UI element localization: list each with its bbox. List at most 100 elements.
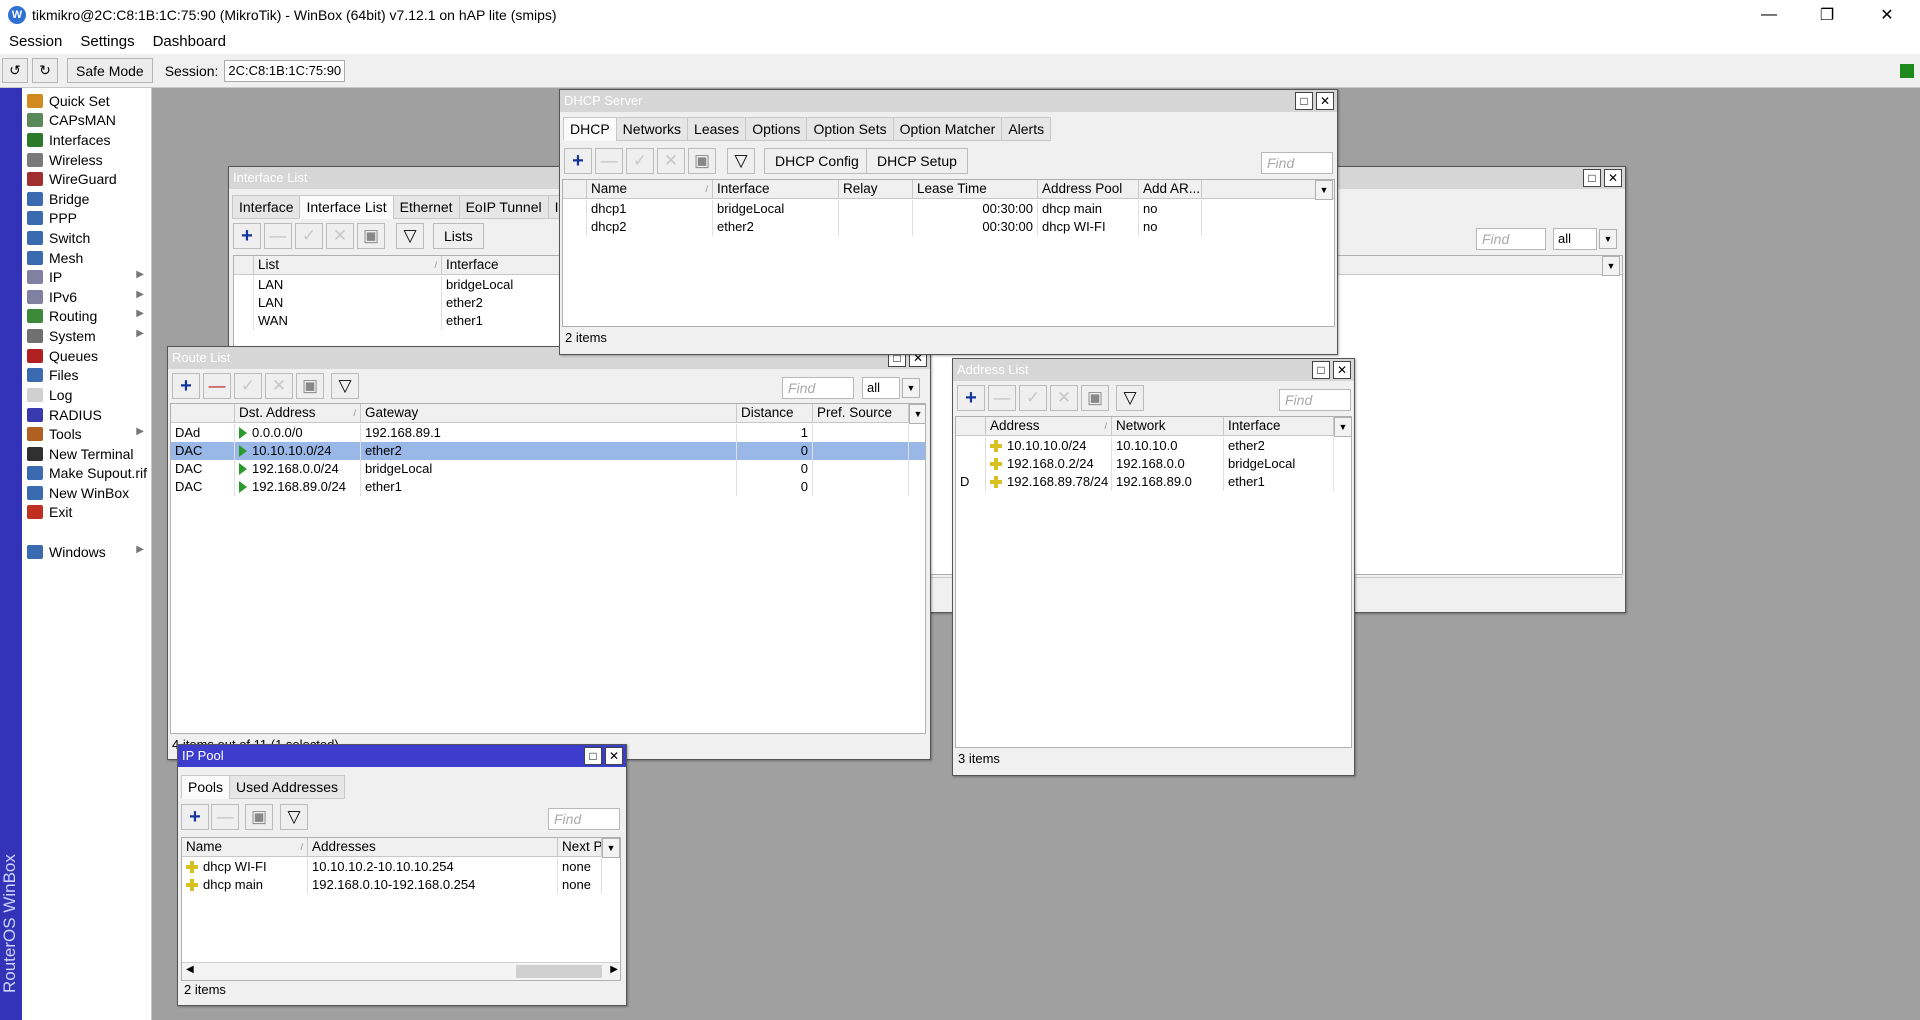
col-header-flags[interactable] [956, 417, 986, 436]
filter-icon[interactable]: ▽ [280, 804, 308, 830]
sidebar-item-exit[interactable]: Exit [22, 500, 152, 524]
tab-option-matcher[interactable]: Option Matcher [892, 117, 1003, 141]
table-row[interactable]: 10.10.10.0/24 10.10.10.0 ether2 [956, 437, 1351, 455]
table-row[interactable]: dhcp2 ether2 00:30:00 dhcp WI-FI no [563, 218, 1334, 236]
columns-dropdown-icon[interactable]: ▼ [602, 838, 620, 858]
tab-option-sets[interactable]: Option Sets [806, 117, 894, 141]
menu-session[interactable]: Session [0, 33, 71, 50]
col-header-dst-address[interactable]: Dst. Address / [235, 404, 361, 423]
enable-icon[interactable]: ✓ [295, 223, 323, 249]
col-header-pref-source[interactable]: Pref. Source [813, 404, 909, 423]
filter-icon[interactable]: ▽ [331, 373, 359, 399]
tab-alerts[interactable]: Alerts [1001, 117, 1052, 141]
close-button[interactable]: ✕ [1333, 361, 1351, 379]
col-header-next-pool[interactable]: Next Po [558, 838, 602, 857]
enable-icon[interactable]: ✓ [234, 373, 262, 399]
disable-icon[interactable]: ✕ [326, 223, 354, 249]
table-row[interactable]: DAC 192.168.89.0/24 ether1 0 [171, 478, 925, 496]
filter-icon[interactable]: ▽ [396, 223, 424, 249]
safe-mode-button[interactable]: Safe Mode [67, 58, 153, 83]
menu-settings[interactable]: Settings [71, 33, 143, 50]
tab-networks[interactable]: Networks [615, 117, 689, 141]
col-header-addresses[interactable]: Addresses [308, 838, 558, 857]
filter-icon[interactable]: ▽ [727, 148, 755, 174]
enable-icon[interactable]: ✓ [1019, 385, 1047, 411]
restore-button[interactable]: ❐ [1798, 0, 1856, 29]
filter-dropdown-icon[interactable]: ▼ [902, 378, 920, 398]
maximize-button[interactable]: □ [584, 747, 602, 765]
window-titlebar[interactable]: IP Pool [178, 745, 626, 767]
tab-options[interactable]: Options [745, 117, 808, 141]
comment-icon[interactable]: ▣ [296, 373, 324, 399]
table-row[interactable]: DAC 192.168.0.0/24 bridgeLocal 0 [171, 460, 925, 478]
table-row[interactable]: DAC 10.10.10.0/24 ether2 0 [171, 442, 925, 460]
enable-icon[interactable]: ✓ [626, 148, 654, 174]
scroll-left-icon[interactable]: ◀ [186, 964, 194, 975]
window-titlebar[interactable]: DHCP Server [560, 90, 1337, 112]
tab-interface[interactable]: Interface [232, 195, 301, 219]
find-input[interactable]: Find [1279, 389, 1351, 411]
comment-icon[interactable]: ▣ [688, 148, 716, 174]
comment-icon[interactable]: ▣ [357, 223, 385, 249]
disable-icon[interactable]: ✕ [265, 373, 293, 399]
col-header-interface[interactable]: Interface [713, 180, 839, 199]
maximize-button[interactable]: □ [1583, 169, 1601, 187]
col-header-relay[interactable]: Relay [839, 180, 913, 199]
comment-icon[interactable]: ▣ [245, 804, 273, 830]
remove-icon[interactable]: — [211, 804, 239, 830]
remove-icon[interactable]: — [264, 223, 292, 249]
col-header-lease-time[interactable]: Lease Time [913, 180, 1038, 199]
remove-icon[interactable]: — [595, 148, 623, 174]
tab-interface-list[interactable]: Interface List [299, 195, 394, 219]
find-input[interactable]: Find [782, 377, 854, 399]
maximize-button[interactable]: □ [1312, 361, 1330, 379]
table-row[interactable]: DAd 0.0.0.0/0 192.168.89.1 1 [171, 424, 925, 442]
col-header-address[interactable]: Address / [986, 417, 1112, 436]
minimize-button[interactable]: — [1740, 0, 1798, 29]
col-header-interface[interactable]: Interface [1224, 417, 1334, 436]
add-icon[interactable]: + [172, 373, 200, 399]
filter-select[interactable]: all [862, 377, 900, 399]
disable-icon[interactable]: ✕ [657, 148, 685, 174]
close-button[interactable]: ✕ [605, 747, 623, 765]
close-window-button[interactable]: ✕ [1858, 0, 1916, 29]
remove-icon[interactable]: — [203, 373, 231, 399]
close-button[interactable]: ✕ [1604, 169, 1622, 187]
window-titlebar[interactable]: Address List [953, 359, 1354, 381]
dhcp-setup-button[interactable]: DHCP Setup [866, 148, 968, 174]
col-header-network[interactable]: Network [1112, 417, 1224, 436]
maximize-button[interactable]: □ [1295, 92, 1313, 110]
columns-dropdown-icon[interactable]: ▼ [909, 404, 925, 424]
columns-dropdown-icon[interactable]: ▼ [1315, 180, 1333, 200]
tab-leases[interactable]: Leases [687, 117, 747, 141]
add-icon[interactable]: + [564, 148, 592, 174]
tab-ethernet[interactable]: Ethernet [392, 195, 460, 219]
remove-icon[interactable]: — [988, 385, 1016, 411]
col-header-gateway[interactable]: Gateway [361, 404, 737, 423]
find-input[interactable]: Find [1476, 228, 1546, 250]
table-row[interactable]: dhcp WI-FI 10.10.10.2-10.10.10.254 none [182, 858, 620, 876]
lists-button[interactable]: Lists [433, 223, 484, 249]
redo-button[interactable]: ↻ [32, 58, 58, 83]
find-input[interactable]: Find [1261, 152, 1333, 174]
menu-dashboard[interactable]: Dashboard [144, 33, 235, 50]
filter-dropdown-icon[interactable]: ▼ [1599, 229, 1617, 249]
tab-dhcp[interactable]: DHCP [563, 117, 617, 141]
scroll-right-icon[interactable]: ▶ [610, 964, 618, 975]
table-row[interactable]: dhcp main 192.168.0.10-192.168.0.254 none [182, 876, 620, 894]
col-header-list[interactable]: List / [254, 256, 442, 275]
columns-dropdown-icon[interactable]: ▼ [1602, 256, 1620, 276]
filter-select[interactable]: all [1553, 228, 1597, 250]
col-header-name[interactable]: Name / [587, 180, 713, 199]
add-icon[interactable]: + [957, 385, 985, 411]
disable-icon[interactable]: ✕ [1050, 385, 1078, 411]
table-row[interactable]: D 192.168.89.78/24 192.168.89.0 ether1 [956, 473, 1351, 491]
scrollbar-thumb[interactable] [516, 965, 602, 978]
tab-used-addresses[interactable]: Used Addresses [229, 775, 345, 799]
table-row[interactable]: 192.168.0.2/24 192.168.0.0 bridgeLocal [956, 455, 1351, 473]
add-icon[interactable]: + [181, 804, 209, 830]
col-header-flags[interactable] [171, 404, 235, 423]
col-header-name[interactable]: Name / [182, 838, 308, 857]
sidebar-item-windows[interactable]: Windows ▶ [22, 540, 152, 564]
tab-eoip-tunnel[interactable]: EoIP Tunnel [458, 195, 549, 219]
